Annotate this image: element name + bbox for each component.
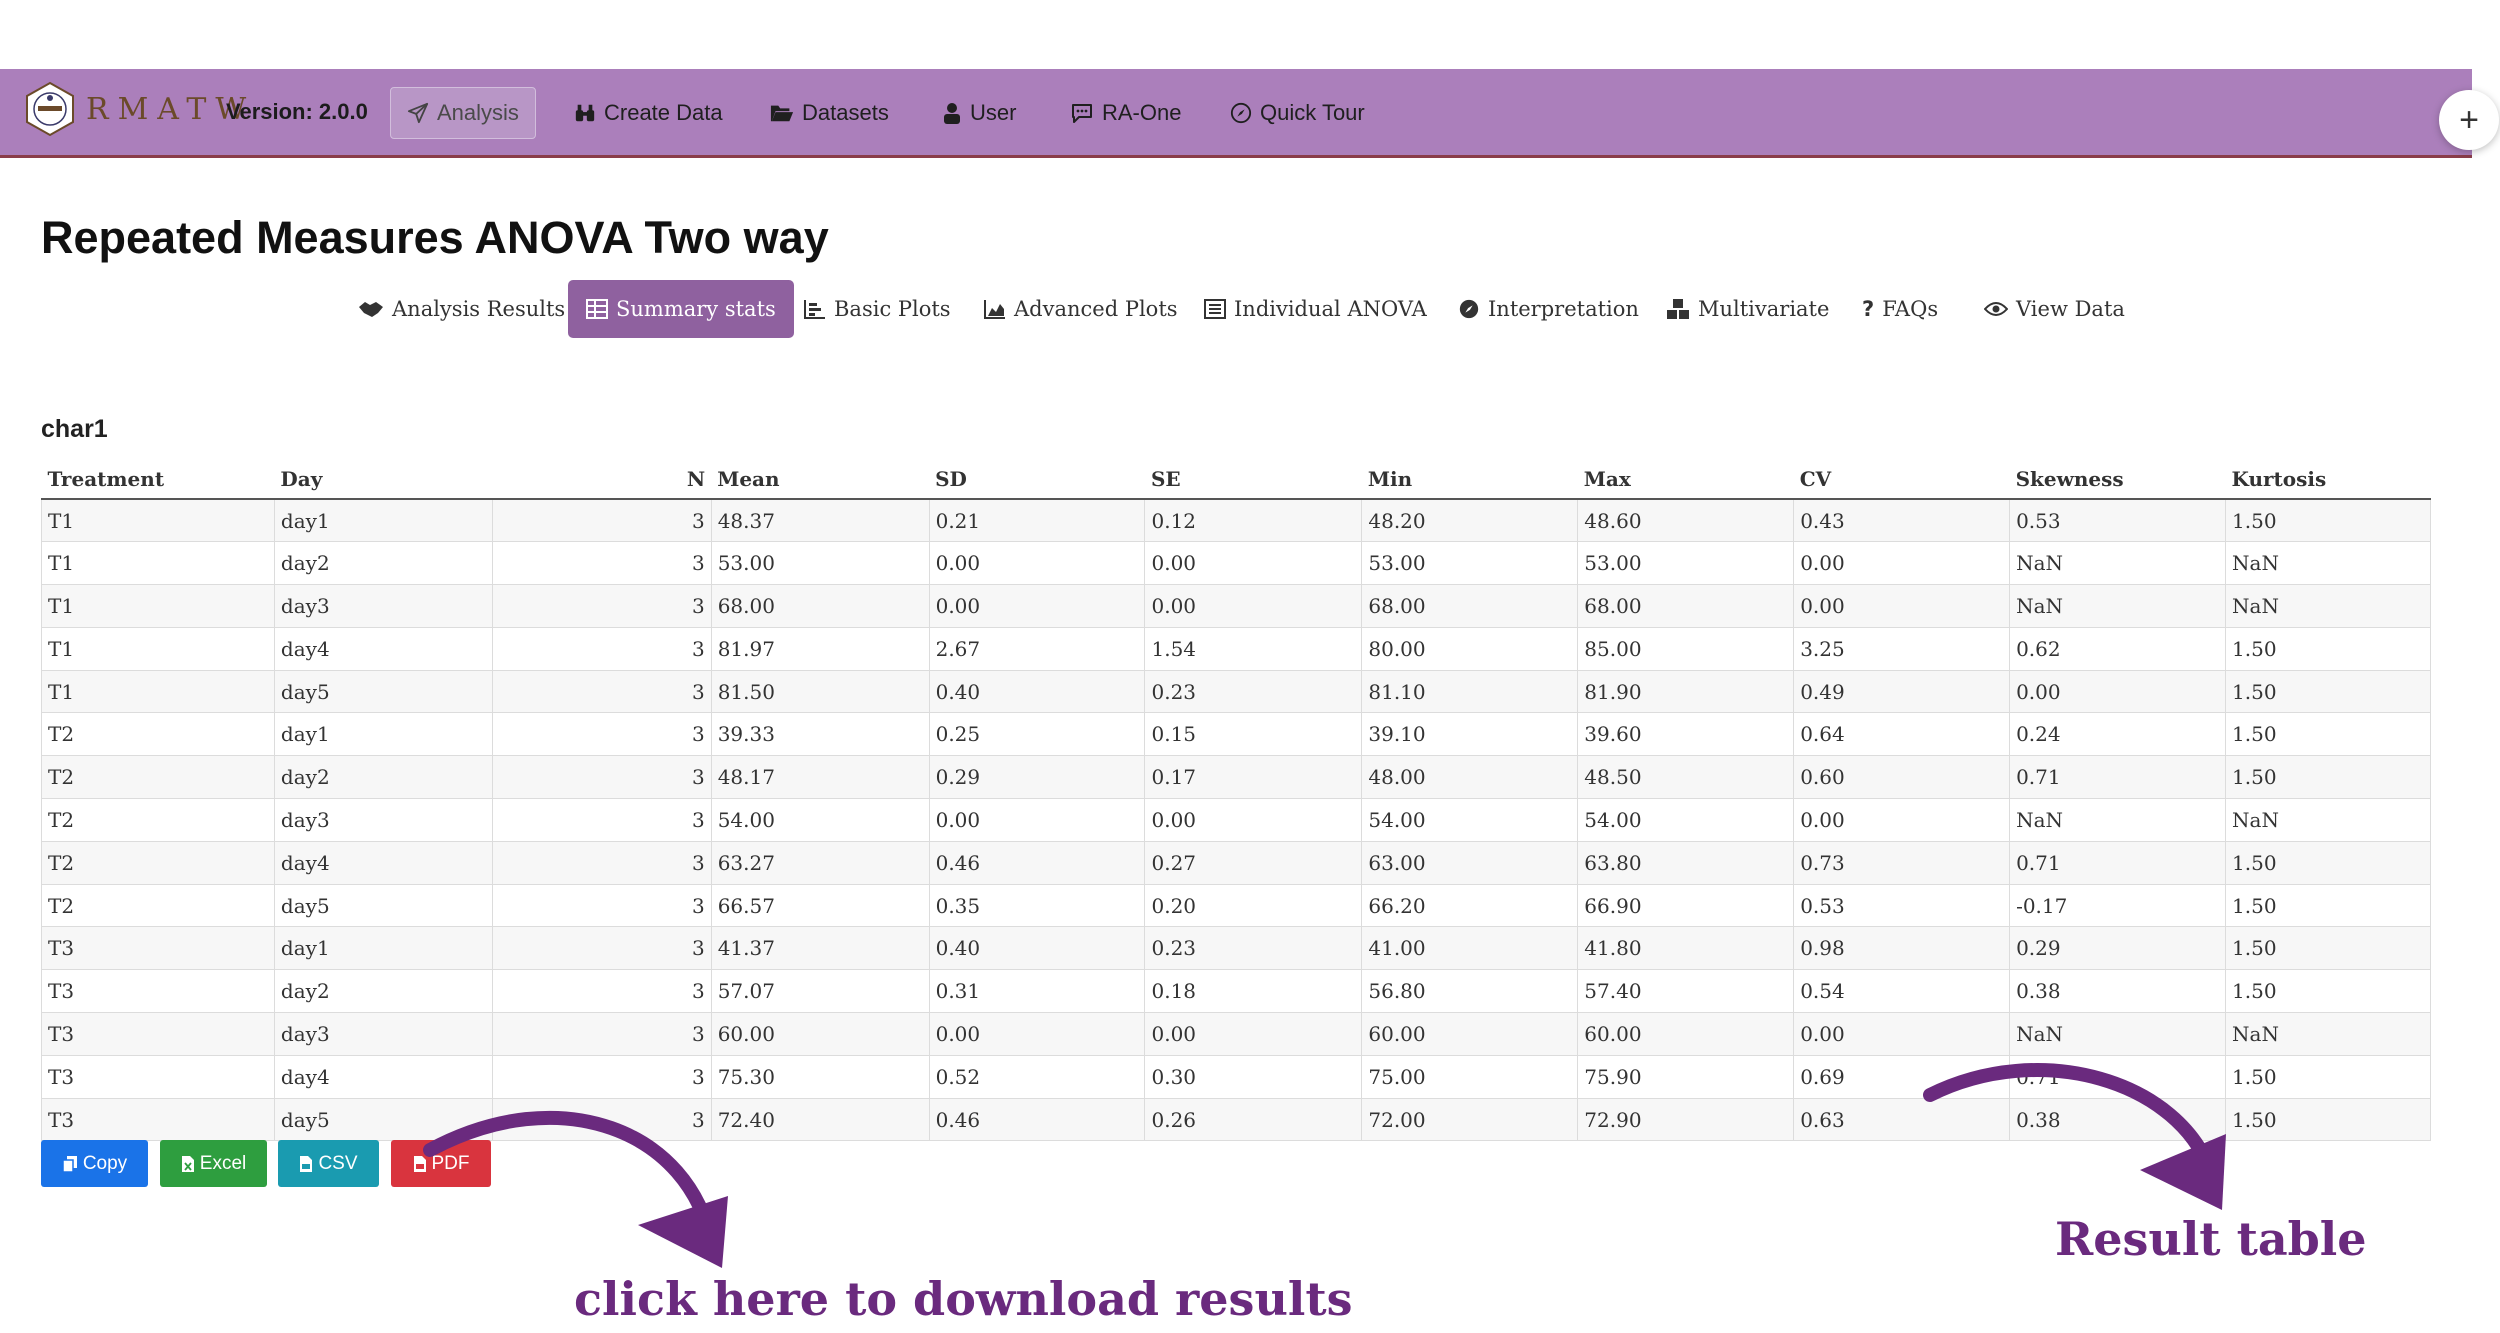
download-arrowhead bbox=[638, 1196, 728, 1268]
download-annotation: click here to download results bbox=[574, 1272, 1353, 1326]
result-table-annotation: Result table bbox=[2055, 1212, 2367, 1266]
result-table-arrowhead bbox=[2140, 1134, 2226, 1210]
annotation-arrows bbox=[423, 1063, 2226, 1268]
